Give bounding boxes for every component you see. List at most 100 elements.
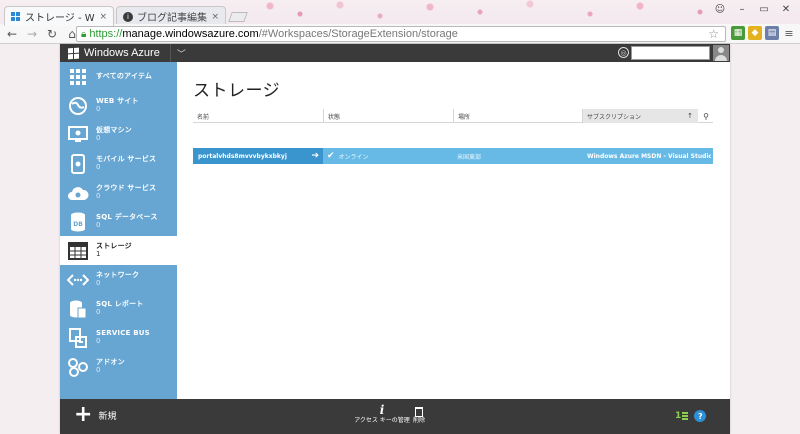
- address-bar[interactable]: 🔒︎ https:// manage.windowsazure.com /#Wo…: [76, 26, 726, 42]
- portal-header: Windows Azure ﹀ ◎: [60, 44, 730, 62]
- delete-label: 削除: [412, 417, 425, 424]
- column-header-location[interactable]: 場所: [453, 109, 583, 123]
- sidebar-item-count: 0: [96, 192, 101, 200]
- report-icon: [67, 298, 89, 320]
- arrow-right-icon[interactable]: ➔: [311, 151, 319, 161]
- sidebar-item-label: ストレージ: [96, 241, 132, 250]
- globe-icon: [67, 95, 89, 117]
- sidebar-item-label: WEB サイト: [96, 96, 139, 105]
- browser-chrome: ストレージ - Windows Azu × i ブログ記事編集 - はてなブロ …: [0, 0, 800, 44]
- help-icon[interactable]: ?: [694, 410, 707, 422]
- close-tab-icon[interactable]: ×: [211, 12, 219, 22]
- sidebar-item-label: SQL レポート: [96, 299, 144, 308]
- database-icon: DB: [67, 211, 89, 233]
- delete-button[interactable]: 削除: [409, 404, 429, 425]
- restore-icon[interactable]: ▭: [754, 2, 774, 16]
- table-icon: [67, 240, 89, 262]
- sidebar-item-count: 0: [96, 163, 101, 171]
- tab-storage[interactable]: ストレージ - Windows Azu ×: [4, 6, 114, 26]
- sidebar-item-count: 0: [96, 308, 101, 316]
- sidebar-item-label: クラウド サービス: [96, 183, 157, 192]
- trash-icon: [415, 404, 423, 418]
- extension-tag-icon[interactable]: ◆: [748, 26, 762, 40]
- extension-icons: ▦ ◆ ▤ ≡: [731, 26, 796, 40]
- sidebar-item-label: アドオン: [96, 357, 125, 366]
- profile-icon[interactable]: ☺: [710, 2, 730, 16]
- menu-icon[interactable]: ≡: [782, 26, 796, 40]
- grid-header: 名前 状態 場所 サブスクリプション ↑ ⚲: [193, 109, 713, 123]
- notifications-button[interactable]: 1: [675, 411, 689, 421]
- reload-icon[interactable]: ↻: [44, 26, 60, 42]
- header-search-input[interactable]: [631, 46, 710, 60]
- hatena-favicon-icon: i: [123, 11, 133, 22]
- windows-favicon-icon: [11, 11, 21, 22]
- close-tab-icon[interactable]: ×: [99, 12, 107, 22]
- plus-icon: +: [74, 402, 93, 427]
- bookmark-star-icon[interactable]: ☆: [708, 27, 719, 41]
- sidebar-item-count: 0: [96, 366, 101, 374]
- minimize-icon[interactable]: –: [732, 2, 752, 16]
- sidebar-item-virtual-machines[interactable]: 仮想マシン 0: [60, 120, 177, 149]
- new-button[interactable]: + 新規: [74, 402, 117, 427]
- sidebar-item-service-bus[interactable]: SERVICE BUS 0: [60, 323, 177, 352]
- azure-logo[interactable]: Windows Azure: [68, 47, 160, 59]
- sidebar-item-networks[interactable]: ネットワーク 0: [60, 265, 177, 294]
- manage-access-keys-label: アクセス キーの管理: [354, 417, 410, 424]
- sidebar-item-count: 0: [96, 279, 101, 287]
- storage-account-name: portalvhds8mvvvbykxbkyj: [198, 152, 287, 160]
- brand-name: Windows Azure: [84, 47, 160, 59]
- sidebar-item-label: モバイル サービス: [96, 154, 157, 163]
- column-header-label: サブスクリプション: [587, 113, 642, 121]
- user-avatar[interactable]: [713, 45, 729, 61]
- svg-text:DB: DB: [73, 221, 83, 228]
- sidebar-item-label: すべてのアイテム: [96, 71, 153, 80]
- url-host: manage.windowsazure.com: [122, 28, 259, 40]
- sidebar-item-mobile-services[interactable]: モバイル サービス 0: [60, 149, 177, 178]
- sort-ascending-icon: ↑: [687, 112, 693, 120]
- extension-box-icon[interactable]: ▤: [765, 26, 779, 40]
- activity-bars-icon: [682, 412, 689, 420]
- main-content: ストレージ 名前 状態 場所 サブスクリプション ↑ ⚲ portalvhds8…: [177, 62, 730, 399]
- sidebar-item-sql-databases[interactable]: DB SQL データベース 0: [60, 207, 177, 236]
- sidebar-item-web-sites[interactable]: WEB サイト 0: [60, 91, 177, 120]
- notification-count: 1: [675, 411, 682, 421]
- monitor-icon: [67, 124, 89, 146]
- network-icon: [67, 269, 89, 291]
- forward-icon[interactable]: →: [24, 26, 40, 42]
- globe-icon[interactable]: ◎: [618, 47, 629, 58]
- sidebar-item-sql-reporting[interactable]: SQL レポート 0: [60, 294, 177, 323]
- manage-access-keys-button[interactable]: i アクセス キーの管理: [347, 404, 417, 425]
- sidebar-item-label: 仮想マシン: [96, 125, 132, 134]
- row-location-cell: 米国東部: [457, 153, 482, 161]
- check-icon: ✔: [327, 151, 335, 161]
- sidebar-item-add-ons[interactable]: アドオン 0: [60, 352, 177, 381]
- table-row[interactable]: portalvhds8mvvvbykxbkyj ➔ ✔ オンライン 米国東部 W…: [193, 148, 713, 164]
- grid-search-icon[interactable]: ⚲: [699, 109, 713, 123]
- window-controls: ☺ – ▭ ✕: [710, 2, 796, 16]
- row-name-cell[interactable]: portalvhds8mvvvbykxbkyj ➔: [193, 148, 323, 164]
- column-header-name[interactable]: 名前: [193, 109, 323, 123]
- column-header-status[interactable]: 状態: [323, 109, 453, 123]
- sidebar-item-all-items[interactable]: すべてのアイテム: [60, 62, 177, 91]
- status-text: オンライン: [338, 153, 369, 161]
- browser-toolbar: ← → ↻ ⌂ 🔒︎ https:// manage.windowsazure.…: [0, 24, 800, 44]
- url-scheme: https://: [89, 28, 123, 40]
- header-divider: [169, 44, 171, 62]
- sidebar: すべてのアイテム WEB サイト 0 仮想マシン 0 モバイル サービス 0 クラウド…: [60, 62, 177, 399]
- cloud-icon: [67, 182, 89, 204]
- extension-green-icon[interactable]: ▦: [731, 26, 745, 40]
- tab-hatena[interactable]: i ブログ記事編集 - はてなブロ ×: [116, 6, 226, 26]
- chevron-down-icon[interactable]: ﹀: [177, 47, 186, 60]
- new-label: 新規: [98, 411, 117, 422]
- column-header-subscription[interactable]: サブスクリプション ↑: [582, 109, 698, 123]
- close-window-icon[interactable]: ✕: [776, 2, 796, 16]
- servicebus-icon: [67, 327, 89, 349]
- sidebar-item-storage[interactable]: ストレージ 1: [60, 236, 177, 265]
- sidebar-item-label: SERVICE BUS: [96, 328, 150, 337]
- addon-icon: [67, 356, 89, 378]
- back-icon[interactable]: ←: [4, 26, 20, 42]
- lock-icon: 🔒︎: [81, 28, 87, 40]
- sidebar-item-count: 0: [96, 105, 101, 113]
- row-status-cell: ✔ オンライン: [327, 148, 453, 164]
- sidebar-item-cloud-services[interactable]: クラウド サービス 0: [60, 178, 177, 207]
